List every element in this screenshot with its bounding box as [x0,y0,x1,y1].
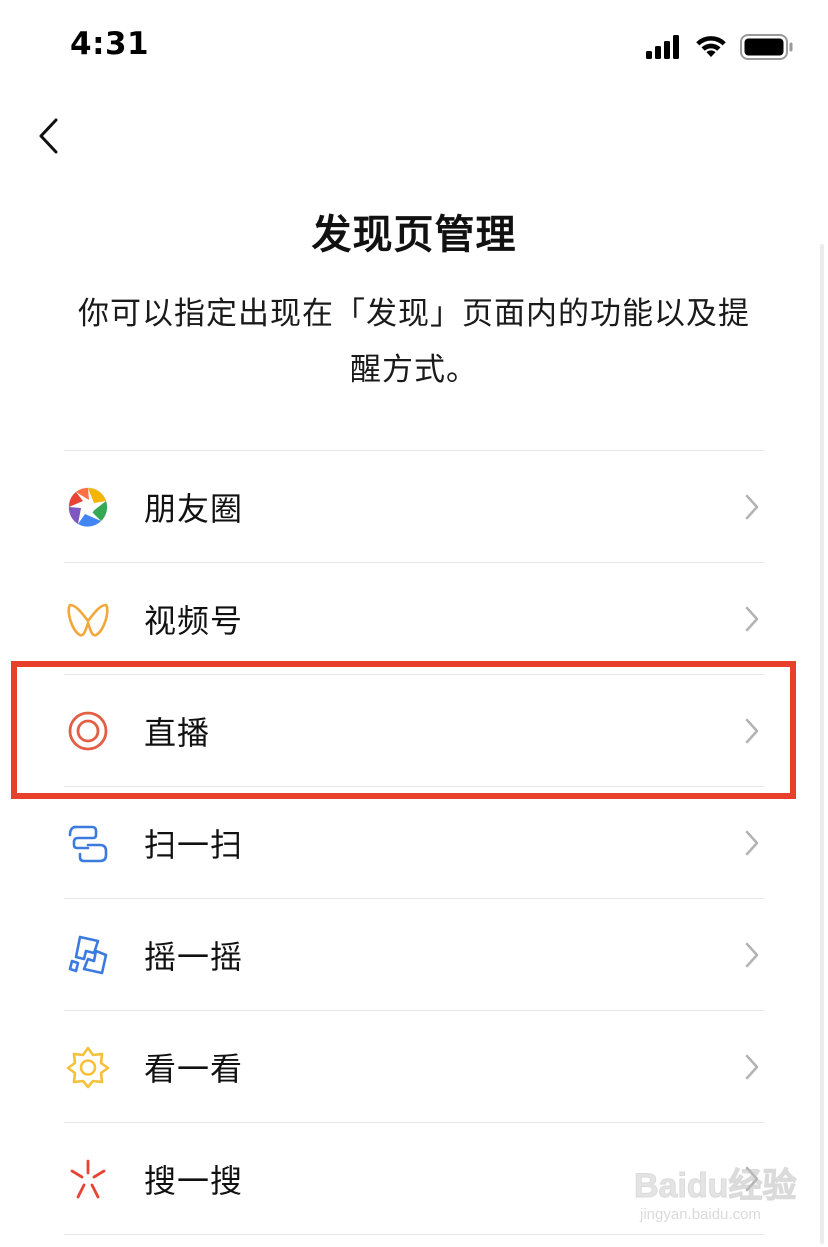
moments-icon [64,483,112,531]
page-description: 你可以指定出现在「发现」页面内的功能以及提醒方式。 [78,296,750,388]
feature-label: 搜一搜 [144,1161,244,1200]
feature-item-shake[interactable]: 摇一摇 [64,899,764,1011]
chevron-right-icon [740,937,764,973]
chevron-left-icon [36,117,60,159]
back-button[interactable] [24,112,72,164]
feature-item-moments[interactable]: 朋友圈 [64,451,764,563]
feature-label: 视频号 [144,601,244,640]
feature-item-channels[interactable]: 视频号 [64,563,764,675]
status-time: 4:31 [70,26,150,62]
scroll-indicator[interactable] [820,244,824,1244]
feature-label: 朋友圈 [144,489,244,528]
watermark-url: jingyan.baidu.com [640,1206,761,1223]
shake-icon [64,931,112,979]
watermark: Baidu经验 jingyan.baidu.com [633,1152,814,1232]
chevron-right-icon [740,1049,764,1085]
chevron-right-icon [740,713,764,749]
signal-icon [646,35,682,63]
top-stories-icon [64,1043,112,1091]
feature-label: 摇一摇 [144,937,244,976]
feature-label: 直播 [144,713,211,752]
chevron-right-icon [740,825,764,861]
page-title: 发现页管理 [311,212,517,258]
feature-label: 看一看 [144,1049,244,1088]
chevron-right-icon [740,601,764,637]
battery-icon [740,34,794,64]
feature-item-top-stories[interactable]: 看一看 [64,1011,764,1123]
watermark-brand: Baidu经验 [633,1167,797,1206]
live-icon [64,707,112,755]
wifi-icon [694,35,728,63]
feature-item-live[interactable]: 直播 [64,675,764,787]
search-icon [64,1155,112,1203]
channels-icon [64,595,112,643]
status-bar: 4:31 [0,0,828,96]
feature-label: 扫一扫 [144,825,244,864]
status-icons [646,34,794,64]
chevron-right-icon [740,489,764,525]
feature-item-scan[interactable]: 扫一扫 [64,787,764,899]
feature-list: 朋友圈 视频号 直播 扫一扫 摇一摇 看一看 搜一搜 [64,450,764,1235]
scan-icon [64,819,112,867]
